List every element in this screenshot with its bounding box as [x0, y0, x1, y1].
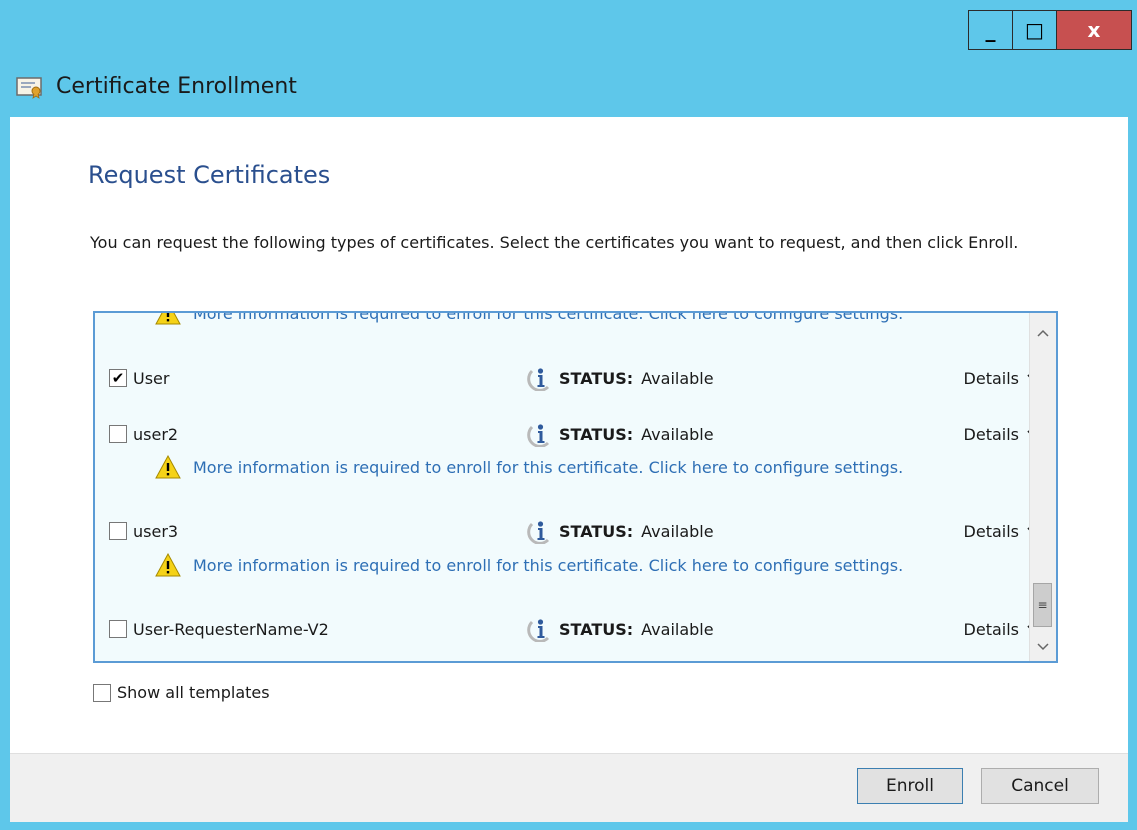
info-icon [527, 368, 550, 391]
title-bar: Certificate Enrollment [16, 74, 297, 99]
configure-settings-link[interactable]: More information is required to enroll f… [193, 458, 903, 477]
info-icon [527, 521, 550, 544]
list-item[interactable]: user2 STATUS: Available Details [109, 419, 1039, 449]
warning-row: More information is required to enroll f… [155, 455, 903, 479]
close-button[interactable]: x [1057, 11, 1131, 49]
details-label: Details [963, 521, 1019, 541]
status-group: STATUS: Available [527, 421, 714, 447]
maximize-button[interactable]: □ [1013, 11, 1057, 49]
status-value: Available [641, 368, 714, 388]
chevron-down-icon [1037, 643, 1049, 651]
minimize-button[interactable]: _ [969, 11, 1013, 49]
scroll-up-button[interactable] [1030, 321, 1056, 345]
details-toggle[interactable]: Details [964, 369, 1039, 388]
window-title: Certificate Enrollment [56, 74, 297, 99]
status-label: STATUS: [559, 424, 634, 444]
certificate-name: user3 [133, 521, 179, 541]
content-area: Request Certificates You can request the… [10, 117, 1128, 753]
status-label: STATUS: [559, 368, 634, 388]
details-label: Details [963, 368, 1019, 388]
certificate-name: User [133, 368, 170, 388]
enroll-button[interactable]: Enroll [857, 768, 963, 804]
certificate-checkbox[interactable] [109, 620, 127, 638]
show-all-checkbox[interactable] [93, 683, 111, 702]
configure-settings-link[interactable]: More information is required to enroll f… [193, 556, 903, 575]
page-description: You can request the following types of c… [90, 233, 1019, 252]
list-item[interactable]: user3 STATUS: Available Details [109, 516, 1039, 546]
list-item[interactable]: User-RequesterName-V2 STATUS: Available … [109, 614, 1039, 644]
warning-row: More information is required to enroll f… [155, 553, 903, 577]
status-label: STATUS: [559, 521, 634, 541]
details-label: Details [963, 619, 1019, 639]
show-all-templates[interactable]: Show all templates [93, 683, 270, 702]
certificate-name: user2 [133, 424, 179, 444]
status-value: Available [641, 424, 714, 444]
warning-icon [155, 455, 181, 479]
status-value: Available [641, 521, 714, 541]
vertical-scrollbar[interactable]: ≡ [1029, 313, 1056, 661]
window: _ □ x Certificate Enrollment Request Cer… [0, 0, 1137, 830]
warning-icon [155, 313, 181, 325]
warning-icon [155, 553, 181, 577]
scroll-thumb[interactable]: ≡ [1033, 583, 1052, 627]
configure-settings-link[interactable]: More information is required to enroll f… [193, 313, 903, 323]
certificate-icon [16, 76, 42, 99]
cancel-button[interactable]: Cancel [981, 768, 1099, 804]
button-bar: Enroll Cancel [10, 753, 1128, 822]
certificate-checkbox[interactable] [109, 425, 127, 443]
details-toggle[interactable]: Details [964, 620, 1039, 639]
status-group: STATUS: Available [527, 518, 714, 544]
partial-warning-row: More information is required to enroll f… [155, 313, 903, 325]
status-group: STATUS: Available [527, 616, 714, 642]
show-all-label: Show all templates [117, 683, 270, 702]
status-group: STATUS: Available [527, 365, 714, 391]
certificate-list[interactable]: More information is required to enroll f… [93, 311, 1058, 663]
certificate-checkbox[interactable]: ✔ [109, 369, 127, 387]
page-heading: Request Certificates [88, 161, 331, 189]
details-toggle[interactable]: Details [964, 522, 1039, 541]
status-label: STATUS: [559, 619, 634, 639]
info-icon [527, 619, 550, 642]
info-icon [527, 424, 550, 447]
chevron-up-icon [1037, 329, 1049, 337]
list-item[interactable]: ✔ User STATUS: Available Details [109, 363, 1039, 393]
certificate-checkbox[interactable] [109, 522, 127, 540]
details-label: Details [963, 424, 1019, 444]
details-toggle[interactable]: Details [964, 425, 1039, 444]
scroll-down-button[interactable] [1030, 635, 1056, 659]
certificate-name: User-RequesterName-V2 [133, 619, 329, 639]
window-controls: _ □ x [968, 10, 1132, 50]
status-value: Available [641, 619, 714, 639]
